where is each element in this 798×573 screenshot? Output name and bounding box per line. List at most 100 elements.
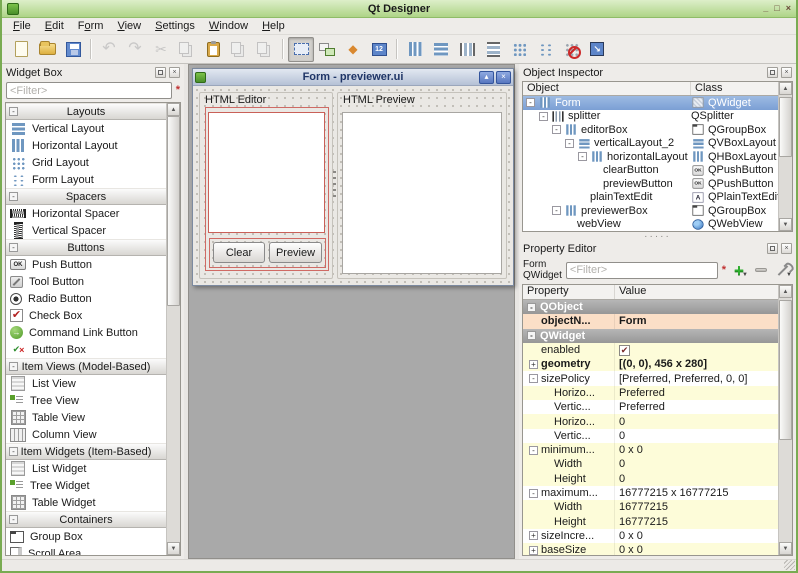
widget-horizontal-layout[interactable]: Horizontal Layout bbox=[6, 137, 166, 154]
inspector-row-clearbutton[interactable]: clearButtonOKQPushButton bbox=[523, 164, 778, 178]
expand-icon[interactable]: + bbox=[529, 360, 538, 369]
close-icon[interactable]: × bbox=[786, 4, 791, 13]
break-layout-button[interactable] bbox=[558, 37, 584, 62]
widget-tree-view[interactable]: Tree View bbox=[6, 392, 166, 409]
collapse-icon[interactable]: - bbox=[552, 125, 561, 134]
collapse-icon[interactable]: - bbox=[9, 107, 18, 116]
preview-group-box[interactable]: HTML Preview bbox=[337, 92, 507, 279]
adjust-size-button[interactable]: ↘ bbox=[584, 37, 610, 62]
configure-property-editor-button[interactable]: ▼ bbox=[774, 262, 792, 278]
lay-out-vertically-in-splitter-button[interactable] bbox=[480, 37, 506, 62]
property-value-cell[interactable]: 16777215 x 16777215 bbox=[615, 486, 778, 500]
inspector-row-webview[interactable]: webViewQWebView bbox=[523, 218, 778, 232]
raise-widgets-button[interactable] bbox=[226, 37, 252, 62]
collapse-icon[interactable]: - bbox=[529, 374, 538, 383]
collapse-icon[interactable]: - bbox=[527, 303, 536, 312]
resize-grip[interactable] bbox=[784, 560, 795, 570]
form-splitter-handle[interactable] bbox=[333, 171, 336, 197]
web-view[interactable] bbox=[342, 112, 502, 274]
collapse-icon[interactable]: - bbox=[9, 515, 18, 524]
new-form-button[interactable] bbox=[8, 37, 34, 62]
lay-out-in-grid-button[interactable] bbox=[506, 37, 532, 62]
scroll-up-icon[interactable]: ▲ bbox=[779, 285, 792, 298]
close-icon[interactable]: × bbox=[781, 67, 792, 78]
mdi-close-icon[interactable]: × bbox=[496, 71, 511, 84]
form-window-titlebar[interactable]: Form - previewer.ui ▴ × bbox=[193, 69, 513, 86]
inspector-row-verticallayout-2[interactable]: -verticalLayout_2QVBoxLayout bbox=[523, 137, 778, 151]
property-editor-scrollbar[interactable]: ▲ ▼ bbox=[778, 285, 792, 555]
widget-table-view[interactable]: Table View bbox=[6, 409, 166, 426]
property-row-vertic[interactable]: Vertic...0 bbox=[523, 429, 778, 443]
property-value-cell[interactable]: 0 bbox=[615, 472, 778, 486]
title-bar[interactable]: Qt Designer _ □ × bbox=[2, 0, 796, 18]
cut-button[interactable]: ✂ bbox=[148, 37, 174, 62]
menu-form[interactable]: Form bbox=[71, 18, 111, 34]
form-canvas[interactable]: HTML Editor Clear Preview HTML P bbox=[193, 86, 513, 285]
property-row-vertic[interactable]: Vertic...Preferred bbox=[523, 400, 778, 414]
collapse-icon[interactable]: - bbox=[527, 331, 536, 340]
property-value-cell[interactable]: 0 x 0 bbox=[615, 443, 778, 457]
lay-out-vertically-button[interactable] bbox=[428, 37, 454, 62]
property-row-maximum[interactable]: -maximum...16777215 x 16777215 bbox=[523, 486, 778, 500]
lay-out-horizontally-button[interactable] bbox=[402, 37, 428, 62]
inspector-row-previewerbox[interactable]: -previewerBoxQGroupBox bbox=[523, 204, 778, 218]
property-filter-input[interactable] bbox=[566, 262, 718, 279]
property-value-cell[interactable]: 16777215 bbox=[615, 500, 778, 514]
property-value-cell[interactable]: 0 bbox=[615, 429, 778, 443]
column-property[interactable]: Property bbox=[523, 285, 615, 299]
scroll-down-icon[interactable]: ▼ bbox=[167, 542, 180, 555]
widget-list-widget[interactable]: List Widget bbox=[6, 460, 166, 477]
close-icon[interactable]: × bbox=[169, 67, 180, 78]
property-row-height[interactable]: Height16777215 bbox=[523, 514, 778, 528]
widget-form-layout[interactable]: Form Layout bbox=[6, 171, 166, 188]
object-inspector-titlebar[interactable]: Object Inspector × bbox=[519, 64, 796, 81]
property-row-enabled[interactable]: enabled✔ bbox=[523, 343, 778, 357]
lower-widgets-button[interactable] bbox=[252, 37, 278, 62]
collapse-icon[interactable]: - bbox=[9, 243, 18, 252]
widget-filter-input[interactable] bbox=[6, 82, 172, 99]
property-row-height[interactable]: Height0 bbox=[523, 472, 778, 486]
category-containers[interactable]: -Containers bbox=[6, 511, 166, 528]
property-row-horizo[interactable]: Horizo...Preferred bbox=[523, 386, 778, 400]
menu-file[interactable]: File bbox=[6, 18, 38, 34]
collapse-icon[interactable]: - bbox=[539, 112, 548, 121]
expand-icon[interactable]: + bbox=[529, 546, 538, 555]
inspector-row-splitter[interactable]: -splitterQSplitter bbox=[523, 110, 778, 124]
widget-group-box[interactable]: Group Box bbox=[6, 528, 166, 545]
property-value-cell[interactable]: 16777215 bbox=[615, 514, 778, 528]
open-form-button[interactable] bbox=[34, 37, 60, 62]
checkbox-checked-icon[interactable]: ✔ bbox=[619, 345, 630, 356]
edit-tab-order-button[interactable]: 12 bbox=[366, 37, 392, 62]
collapse-icon[interactable]: - bbox=[529, 489, 538, 498]
clear-filter-icon[interactable]: * bbox=[176, 85, 180, 96]
property-value-cell[interactable]: Preferred bbox=[615, 386, 778, 400]
widget-grid-layout[interactable]: Grid Layout bbox=[6, 154, 166, 171]
collapse-icon[interactable]: - bbox=[526, 98, 535, 107]
menu-help[interactable]: Help bbox=[255, 18, 292, 34]
property-row-horizo[interactable]: Horizo...0 bbox=[523, 414, 778, 428]
scroll-up-icon[interactable]: ▲ bbox=[167, 103, 180, 116]
collapse-icon[interactable]: - bbox=[578, 152, 587, 161]
preview-button[interactable]: Preview bbox=[269, 242, 322, 263]
edit-signals-slots-button[interactable] bbox=[314, 37, 340, 62]
property-row-objectn[interactable]: objectN...Form bbox=[523, 314, 778, 328]
scroll-thumb[interactable] bbox=[779, 300, 792, 440]
property-row-sizepolicy[interactable]: -sizePolicy[Preferred, Preferred, 0, 0] bbox=[523, 371, 778, 385]
category-item-views-model-based[interactable]: -Item Views (Model-Based) bbox=[6, 358, 166, 375]
lay-out-horizontally-in-splitter-button[interactable] bbox=[454, 37, 480, 62]
menu-view[interactable]: View bbox=[110, 18, 148, 34]
category-buttons[interactable]: -Buttons bbox=[6, 239, 166, 256]
widget-scroll-area[interactable]: Scroll Area bbox=[6, 545, 166, 555]
lay-out-in-form-layout-button[interactable] bbox=[532, 37, 558, 62]
scroll-down-icon[interactable]: ▼ bbox=[779, 542, 792, 555]
redo-button[interactable]: ↷ bbox=[122, 37, 148, 62]
property-value-cell[interactable]: 0 x 0 bbox=[615, 529, 778, 543]
close-icon[interactable]: × bbox=[781, 243, 792, 254]
scroll-thumb[interactable] bbox=[167, 116, 180, 306]
maximize-icon[interactable]: □ bbox=[774, 4, 779, 13]
paste-button[interactable] bbox=[200, 37, 226, 62]
form-window[interactable]: Form - previewer.ui ▴ × HTML Editor bbox=[192, 68, 514, 286]
widget-tree-widget[interactable]: Tree Widget bbox=[6, 477, 166, 494]
collapse-icon[interactable]: - bbox=[9, 447, 18, 456]
remove-dynamic-property-button[interactable] bbox=[752, 262, 770, 278]
